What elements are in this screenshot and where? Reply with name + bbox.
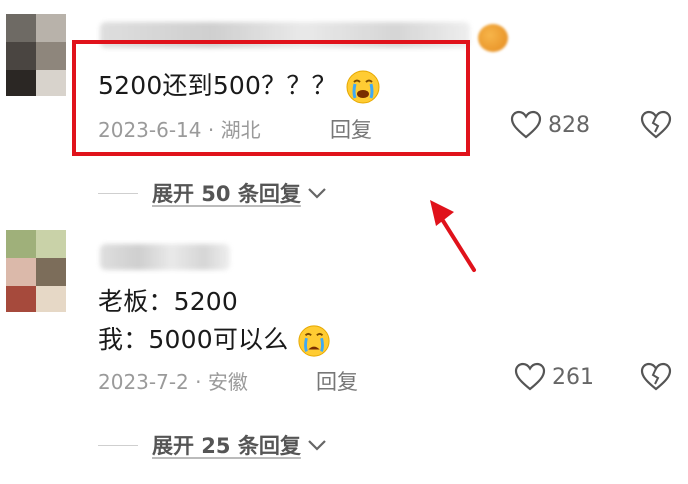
reply-button[interactable]: 回复 <box>316 366 358 396</box>
avatar[interactable] <box>6 14 72 104</box>
comment-meta: 2023-7-2 · 安徽 <box>98 370 248 394</box>
heart-icon <box>514 362 546 391</box>
chevron-down-icon <box>308 188 326 199</box>
expand-replies-button[interactable]: 展开 50 条回复 <box>98 178 329 208</box>
broken-heart-icon[interactable] <box>640 362 672 392</box>
username-blurred[interactable] <box>100 244 230 270</box>
expand-replies-label: 展开 25 条回复 <box>152 434 301 458</box>
heart-icon <box>510 110 542 139</box>
crying-face-icon <box>298 325 330 357</box>
highlight-box <box>72 40 470 156</box>
expand-replies-button[interactable]: 展开 25 条回复 <box>98 430 329 460</box>
avatar-badge-icon <box>478 24 508 52</box>
avatar[interactable] <box>6 230 72 320</box>
divider <box>98 192 138 194</box>
like-count: 828 <box>548 112 590 138</box>
comment-text-content: 我：5000可以么 <box>98 325 289 354</box>
expand-replies-label: 展开 50 条回复 <box>152 182 301 206</box>
comment-line-2: 我：5000可以么 <box>98 320 331 358</box>
divider <box>98 444 138 446</box>
like-button[interactable]: 261 <box>514 362 594 392</box>
red-arrow-icon <box>430 200 476 272</box>
comment-line-1: 老板：5200 <box>98 287 239 316</box>
like-count: 261 <box>552 364 594 390</box>
chevron-down-icon <box>308 440 326 451</box>
like-button[interactable]: 828 <box>510 110 590 140</box>
broken-heart-icon[interactable] <box>640 110 672 140</box>
